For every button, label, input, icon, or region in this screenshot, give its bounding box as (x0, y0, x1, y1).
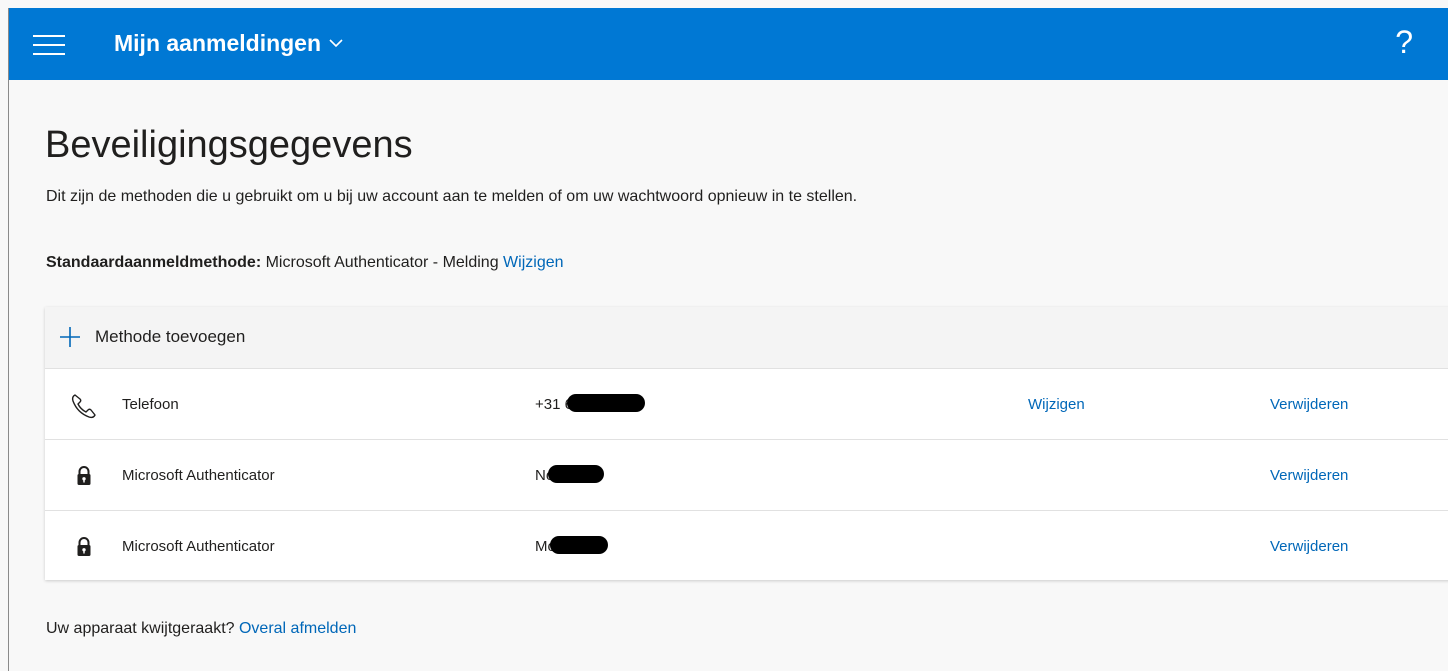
method-name: Microsoft Authenticator (122, 538, 275, 555)
add-method-button[interactable]: Methode toevoegen (45, 307, 1448, 369)
method-detail: Mo (535, 536, 608, 556)
app-title: Mijn aanmeldingen (114, 30, 322, 56)
top-bar: Mijn aanmeldingen ? (9, 8, 1448, 80)
add-method-label: Methode toevoegen (95, 327, 246, 346)
app-switcher[interactable]: Mijn aanmeldingen (114, 30, 343, 57)
method-row-phone: Telefoon +31 6 Wijzigen Verwijderen (45, 369, 1448, 440)
default-method-label: Standaardaanmeldmethode: (46, 254, 262, 271)
lock-icon (77, 466, 91, 485)
change-phone-link[interactable]: Wijzigen (1028, 396, 1085, 413)
redaction-mark (549, 536, 608, 555)
plus-icon (60, 327, 80, 347)
method-detail: No (535, 465, 605, 485)
chevron-down-icon (329, 39, 343, 48)
method-row-authenticator: Microsoft Authenticator Mo Verwijderen (45, 511, 1448, 581)
redaction-mark (548, 465, 605, 484)
page-subtitle: Dit zijn de methoden die u gebruikt om u… (46, 188, 858, 205)
redaction-mark (566, 394, 645, 413)
page-title: Beveiligingsgegevens (45, 124, 413, 166)
sign-out-everywhere-link[interactable]: Overal afmelden (239, 620, 356, 637)
remove-authenticator-link[interactable]: Verwijderen (1270, 538, 1348, 555)
hamburger-icon[interactable] (33, 35, 65, 55)
lost-device-line: Uw apparaat kwijtgeraakt? Overal afmelde… (46, 620, 356, 638)
remove-authenticator-link[interactable]: Verwijderen (1270, 467, 1348, 484)
method-name: Microsoft Authenticator (122, 467, 275, 484)
help-button[interactable]: ? (1395, 24, 1413, 61)
method-detail: +31 6 (535, 394, 645, 414)
lock-icon (77, 537, 91, 556)
method-name: Telefoon (122, 396, 179, 413)
page-frame: Mijn aanmeldingen ? Beveiligingsgegevens… (8, 8, 1448, 671)
change-default-method-link[interactable]: Wijzigen (503, 254, 563, 271)
default-method-value: Microsoft Authenticator - Melding (261, 254, 504, 271)
methods-card: Methode toevoegen Telefoon +31 6 Wijzige… (45, 307, 1448, 580)
method-row-authenticator: Microsoft Authenticator No Verwijderen (45, 440, 1448, 511)
remove-phone-link[interactable]: Verwijderen (1270, 396, 1348, 413)
default-method-line: Standaardaanmeldmethode: Microsoft Authe… (46, 254, 564, 272)
phone-icon (71, 394, 96, 419)
lost-device-text: Uw apparaat kwijtgeraakt? (46, 620, 239, 637)
